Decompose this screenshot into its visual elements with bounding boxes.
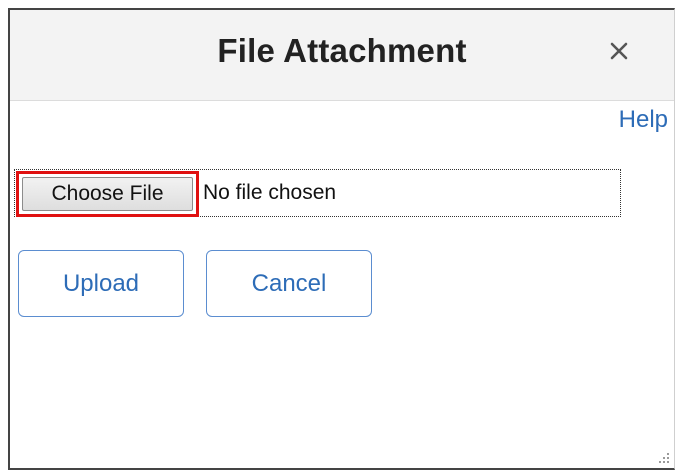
help-link[interactable]: Help [619, 106, 668, 134]
choose-file-label: Choose File [22, 177, 193, 211]
upload-button[interactable]: Upload [18, 250, 184, 317]
file-status-text: No file chosen [203, 181, 337, 204]
file-attachment-dialog: File Attachment Help Choose File No file… [8, 8, 675, 470]
choose-file-button[interactable]: Choose File [16, 171, 199, 217]
dialog-title: File Attachment [217, 32, 467, 69]
file-input[interactable]: Choose File No file chosen [14, 169, 621, 217]
cancel-button[interactable]: Cancel [206, 250, 372, 317]
close-icon[interactable] [606, 38, 632, 64]
dialog-titlebar: File Attachment [10, 10, 674, 101]
resize-grip-icon[interactable] [656, 450, 670, 464]
